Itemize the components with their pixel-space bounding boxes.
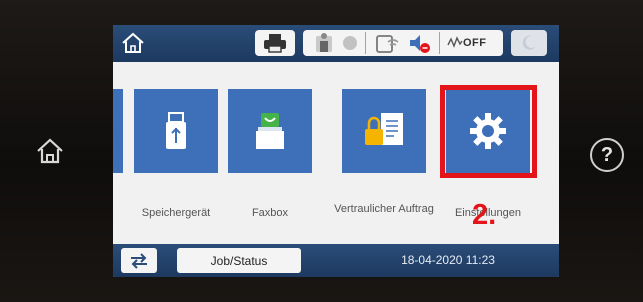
switch-button[interactable] xyxy=(121,248,157,273)
quiet-mode-button[interactable]: OFF xyxy=(401,30,503,56)
usb-drive-icon xyxy=(166,112,186,149)
separator xyxy=(365,32,366,54)
tile-label: Faxbox xyxy=(251,207,289,219)
tile-partial[interactable] xyxy=(113,89,123,173)
swap-arrows-icon xyxy=(131,252,147,269)
network-status-text: OFF xyxy=(463,36,487,49)
tile-speichergeraet[interactable] xyxy=(134,89,218,173)
job-status-button[interactable]: Job/Status xyxy=(177,248,301,273)
printer-status-button[interactable] xyxy=(255,30,295,56)
tile-faxbox[interactable] xyxy=(228,89,312,173)
highlight-box xyxy=(440,85,537,178)
confidential-job-icon xyxy=(365,113,403,145)
status-bar: OFF xyxy=(113,25,559,62)
faxbox-icon xyxy=(256,113,284,149)
tile-vertraulicher-auftrag[interactable] xyxy=(342,89,426,173)
sleep-button[interactable] xyxy=(511,30,547,56)
home-icon xyxy=(122,32,144,53)
network-wave-icon xyxy=(447,36,463,48)
bezel-home-button[interactable] xyxy=(30,132,70,170)
tile-label: Vertraulicher Auftrag xyxy=(334,203,434,215)
bottom-bar: Job/Status 18-04-2020 11:23 xyxy=(113,244,559,277)
ink-level-icon xyxy=(316,33,332,52)
separator xyxy=(439,32,440,54)
sleep-icon xyxy=(522,35,536,50)
home-icon xyxy=(37,138,63,164)
statusbar-home-button[interactable] xyxy=(119,30,147,56)
supplies-network-button[interactable] xyxy=(303,30,415,56)
network-off-icon: OFF xyxy=(447,33,495,53)
step-number-annotation: 2. xyxy=(472,199,497,231)
datetime-display: 18-04-2020 11:23 xyxy=(401,253,495,267)
status-dot-icon xyxy=(343,36,357,50)
help-glyph: ? xyxy=(600,143,614,166)
quiet-mode-icon xyxy=(410,35,430,53)
printer-icon xyxy=(264,34,286,53)
wifi-direct-icon xyxy=(376,35,399,53)
help-button[interactable]: ? xyxy=(590,138,624,172)
